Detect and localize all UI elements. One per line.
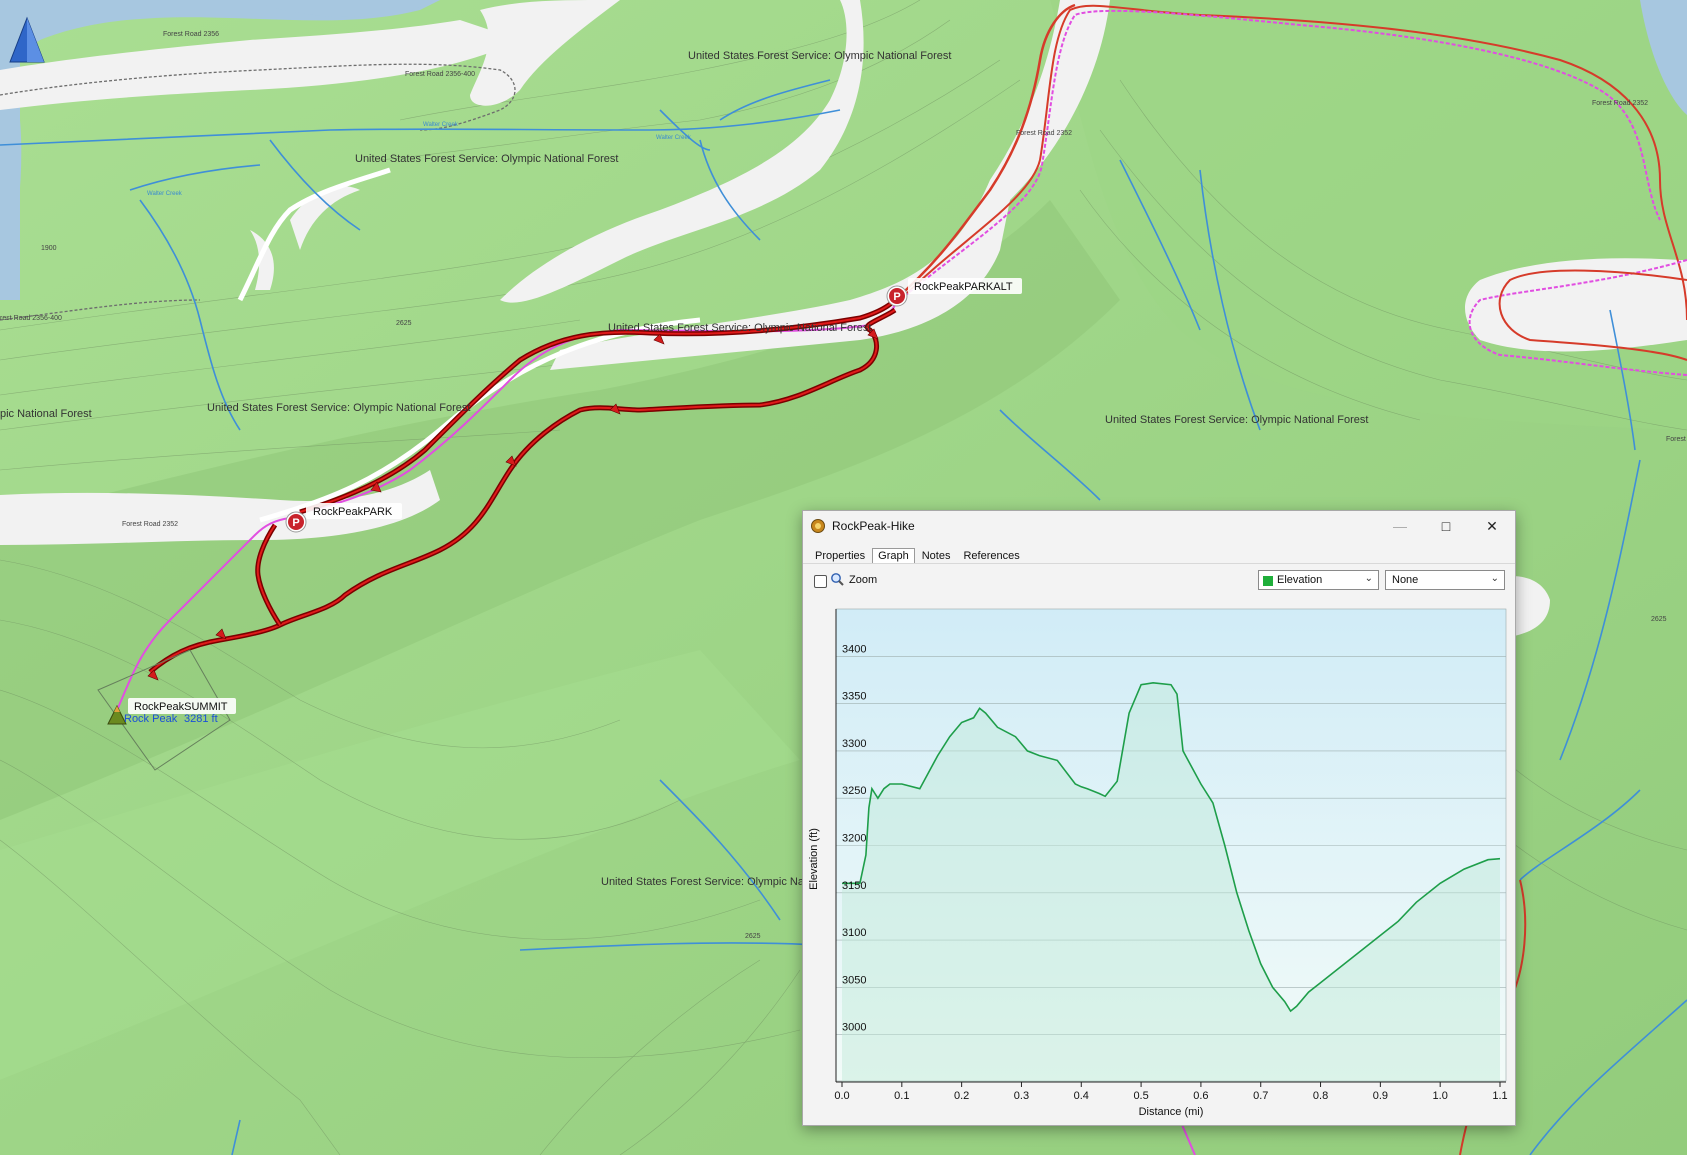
y-tick-label: 3000 (842, 1022, 866, 1034)
zoom-checkbox[interactable] (814, 575, 827, 588)
x-ticks: 0.0 0.1 0.2 0.3 0.4 0.5 0.6 0.7 0.8 0.9 1.0 1.1 (834, 1082, 1508, 1102)
y-axis-select[interactable]: Elevation ⌄ (1258, 570, 1379, 590)
x-tick-label: 1.1 (1492, 1090, 1507, 1102)
y-tick-label: 3150 (842, 880, 866, 892)
magnifier-icon (831, 573, 844, 586)
x-tick-label: 0.9 (1373, 1090, 1388, 1102)
x-tick-label: 0.7 (1253, 1090, 1268, 1102)
elevation-label: 2625 (1651, 616, 1667, 623)
svg-text:P: P (893, 291, 900, 303)
elevation-color-swatch (1263, 576, 1273, 586)
road-label: Forest Road 2352 (1016, 130, 1072, 137)
y-tick-label: 3350 (842, 691, 866, 703)
x-tick-label: 1.0 (1433, 1090, 1448, 1102)
peak-elevation: 3281 ft (184, 713, 218, 725)
road-label: Forest Road 2356-400 (405, 71, 475, 78)
creek-label: Walter Creek (423, 122, 459, 128)
x-tick-label: 0.6 (1193, 1090, 1208, 1102)
road-label: rest Road 2356-400 (0, 315, 62, 322)
maximize-button[interactable]: □ (1423, 511, 1469, 541)
x-axis-label: Distance (mi) (1139, 1106, 1204, 1118)
road-label: Forest Road 2356 (163, 31, 219, 38)
tab-references[interactable]: References (957, 548, 1025, 564)
y-tick-label: 3400 (842, 643, 866, 655)
dialog-title: RockPeak-Hike (832, 519, 915, 533)
y-axis-label: Elevation (ft) (808, 828, 820, 890)
x-tick-label: 0.1 (894, 1090, 909, 1102)
x-tick-label: 0.2 (954, 1090, 969, 1102)
forest-label: United States Forest Service: Olympic Na… (207, 402, 470, 414)
svg-text:P: P (292, 517, 299, 529)
forest-label: pic National Forest (0, 408, 92, 420)
minimize-button[interactable]: — (1377, 511, 1423, 541)
track-properties-dialog[interactable]: RockPeak-Hike — □ ✕ Properties Graph Notes… (802, 510, 1516, 1126)
y-ticks: 3000 3050 3100 3150 3200 3250 3300 3350 3400 (842, 643, 866, 1033)
peak-name: Rock Peak (124, 713, 178, 725)
creek-label: Walter Creek (147, 191, 183, 197)
elevation-label: 1900 (41, 245, 57, 252)
y-tick-label: 3200 (842, 833, 866, 845)
tab-notes[interactable]: Notes (916, 548, 957, 564)
chevron-down-icon: ⌄ (1364, 573, 1373, 584)
waypoint-park-alt-label: RockPeakPARKALT (914, 281, 1013, 293)
elevation-graph[interactable]: 3000 3050 3100 3150 3200 3250 3300 3350 3400 0.0… (803, 597, 1515, 1125)
elevation-label: 2625 (396, 320, 412, 327)
road-label: Forest Road 2352 (122, 521, 178, 528)
tab-divider (803, 563, 1515, 564)
y-tick-label: 3050 (842, 974, 866, 986)
x-tick-label: 0.3 (1014, 1090, 1029, 1102)
x-tick-label: 0.8 (1313, 1090, 1328, 1102)
dialog-titlebar[interactable]: RockPeak-Hike — □ ✕ (803, 511, 1515, 541)
dialog-tabs: Properties Graph Notes References (809, 546, 1027, 564)
x-tick-label: 0.0 (834, 1090, 849, 1102)
forest-label: United States Forest Service: Olympic Na… (1105, 414, 1368, 426)
x-axis-select[interactable]: None ⌄ (1385, 570, 1505, 590)
edge-label: Forest (1666, 436, 1686, 443)
y-tick-label: 3100 (842, 927, 866, 939)
graph-toolbar: Zoom Elevation ⌄ None ⌄ (811, 569, 1507, 593)
close-button[interactable]: ✕ (1469, 511, 1515, 541)
track-app-icon (811, 519, 825, 533)
creek-label: Walter Creek (656, 135, 692, 141)
elevation-label: 2625 (745, 933, 761, 940)
chevron-down-icon: ⌄ (1490, 573, 1499, 584)
forest-label: United States Forest Service: Olympic Na… (688, 50, 951, 62)
forest-label: United States Forest Service: Olympic Na… (608, 322, 871, 334)
tab-properties[interactable]: Properties (809, 548, 871, 564)
tab-graph[interactable]: Graph (872, 548, 915, 564)
y-axis-select-value: Elevation (1277, 574, 1323, 586)
waypoint-park-label: RockPeakPARK (313, 506, 393, 518)
forest-label: United States Forest Service: Olympic Na… (355, 153, 618, 165)
waypoint-summit-label: RockPeakSUMMIT (134, 701, 228, 713)
x-axis-select-value: None (1392, 574, 1419, 586)
x-tick-label: 0.4 (1074, 1090, 1089, 1102)
road-label: Forest Road 2352 (1592, 100, 1648, 107)
zoom-label: Zoom (849, 574, 878, 586)
y-tick-label: 3300 (842, 738, 866, 750)
y-tick-label: 3250 (842, 785, 866, 797)
x-tick-label: 0.5 (1133, 1090, 1148, 1102)
forest-label: United States Forest Service: Olympic Na (601, 876, 805, 888)
